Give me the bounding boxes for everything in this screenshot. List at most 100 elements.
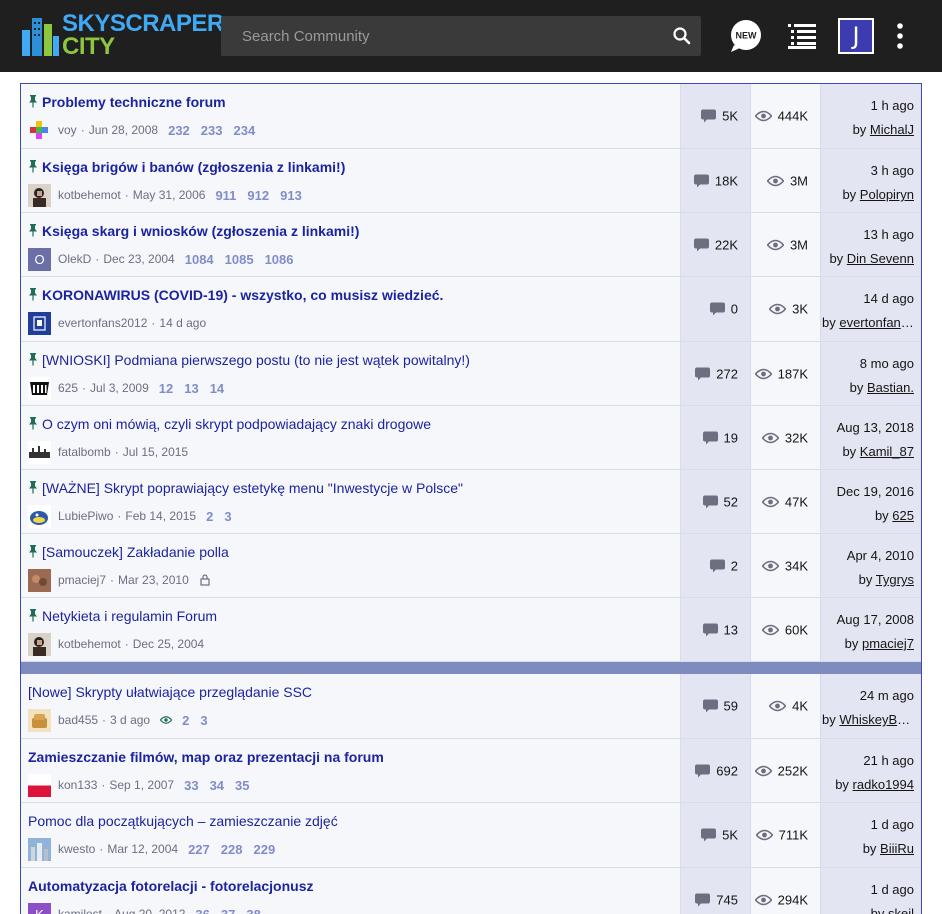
thread-title-link[interactable]: Pomoc dla początkujących – zamieszczanie… bbox=[28, 813, 338, 829]
thread-title-link[interactable]: Netykieta i regulamin Forum bbox=[28, 608, 217, 624]
thread-author[interactable]: 625 bbox=[58, 381, 78, 395]
thread-row[interactable]: O czym oni mówią, czyli skrypt podpowiad… bbox=[21, 406, 921, 470]
last-post-user[interactable]: Bastian. bbox=[867, 380, 914, 395]
last-post-user[interactable]: Polopiryn bbox=[860, 187, 914, 202]
page-link[interactable]: 1084 bbox=[185, 252, 214, 267]
forum-list-button[interactable] bbox=[788, 23, 816, 49]
page-link[interactable]: 2 bbox=[206, 509, 213, 524]
thread-row[interactable]: Pomoc dla początkujących – zamieszczanie… bbox=[21, 803, 921, 868]
page-link[interactable]: 13 bbox=[184, 381, 198, 396]
author-avatar[interactable] bbox=[28, 773, 51, 797]
thread-title-link[interactable]: [Samouczek] Zakładanie polla bbox=[28, 544, 229, 560]
last-post-time[interactable]: Apr 4, 2010 bbox=[847, 548, 914, 563]
page-link[interactable]: 12 bbox=[159, 381, 173, 396]
page-link[interactable]: 234 bbox=[234, 123, 256, 138]
last-post-user[interactable]: evertonfans2012 bbox=[839, 315, 914, 330]
page-link[interactable]: 233 bbox=[201, 123, 223, 138]
thread-title-link[interactable]: [WAŻNE] Skrypt poprawiający estetykę men… bbox=[28, 480, 463, 496]
last-post-time[interactable]: 13 h ago bbox=[863, 227, 914, 242]
thread-row[interactable]: Problemy techniczne forum voy · Jun 28, 200… bbox=[21, 84, 921, 149]
last-post-time[interactable]: 3 h ago bbox=[871, 163, 914, 178]
author-avatar[interactable]: K bbox=[28, 902, 51, 914]
thread-title-link[interactable]: Automatyzacja fotorelacji - fotorelacjon… bbox=[28, 878, 314, 894]
author-avatar[interactable] bbox=[28, 119, 51, 142]
last-post-user[interactable]: Tygrys bbox=[876, 572, 914, 587]
thread-row[interactable]: Netykieta i regulamin Forum kotbehemot · De… bbox=[21, 598, 921, 662]
thread-title-link[interactable]: Księga skarg i wniosków (zgłoszenia z li… bbox=[28, 223, 359, 239]
last-post-user[interactable]: MichalJ bbox=[870, 122, 914, 137]
author-avatar[interactable]: O bbox=[28, 247, 51, 271]
thread-title-link[interactable]: Problemy techniczne forum bbox=[28, 94, 226, 110]
page-link[interactable]: 3 bbox=[224, 509, 231, 524]
thread-title-link[interactable]: Zamieszczanie filmów, map oraz prezentac… bbox=[28, 749, 384, 765]
thread-author[interactable]: kon133 bbox=[58, 778, 97, 792]
page-link[interactable]: 37 bbox=[221, 907, 235, 914]
page-link[interactable]: 33 bbox=[184, 778, 198, 793]
thread-row[interactable]: [Nowe] Skrypty ułatwiające przeglądanie … bbox=[21, 674, 921, 739]
thread-author[interactable]: kamilest bbox=[58, 907, 102, 914]
thread-title-link[interactable]: KORONAWIRUS (COVID-19) - wszystko, co mu… bbox=[28, 287, 443, 303]
author-avatar[interactable] bbox=[28, 376, 51, 400]
thread-row[interactable]: KORONAWIRUS (COVID-19) - wszystko, co mu… bbox=[21, 277, 921, 342]
last-post-time[interactable]: 1 h ago bbox=[871, 98, 914, 113]
last-post-time[interactable]: Aug 13, 2018 bbox=[837, 420, 914, 435]
search-icon[interactable] bbox=[671, 25, 693, 47]
thread-row[interactable]: [WNIOSKI] Podmiana pierwszego postu (to … bbox=[21, 342, 921, 406]
page-link[interactable]: 912 bbox=[247, 188, 269, 203]
thread-author[interactable]: bad455 bbox=[58, 713, 98, 727]
last-post-time[interactable]: 8 mo ago bbox=[860, 356, 914, 371]
last-post-time[interactable]: 14 d ago bbox=[863, 291, 914, 306]
author-avatar[interactable] bbox=[28, 183, 51, 207]
page-link[interactable]: 913 bbox=[280, 188, 302, 203]
thread-author[interactable]: kwesto bbox=[58, 842, 95, 856]
page-link[interactable]: 227 bbox=[188, 842, 210, 857]
more-menu-button[interactable] bbox=[893, 22, 907, 50]
last-post-time[interactable]: 1 d ago bbox=[871, 817, 914, 832]
last-post-user[interactable]: skeil bbox=[888, 906, 914, 914]
thread-title-link[interactable]: [WNIOSKI] Podmiana pierwszego postu (to … bbox=[28, 352, 470, 368]
user-avatar-button[interactable]: J bbox=[838, 18, 874, 54]
page-link[interactable]: 229 bbox=[253, 842, 275, 857]
page-link[interactable]: 36 bbox=[195, 907, 209, 914]
page-link[interactable]: 35 bbox=[235, 778, 249, 793]
last-post-user[interactable]: radko1994 bbox=[853, 777, 914, 792]
thread-author[interactable]: kotbehemot bbox=[58, 188, 121, 202]
thread-row[interactable]: Księga brigów i banów (zgłoszenia z link… bbox=[21, 149, 921, 213]
page-link[interactable]: 2 bbox=[182, 713, 189, 728]
thread-row[interactable]: [WAŻNE] Skrypt poprawiający estetykę men… bbox=[21, 470, 921, 534]
thread-row[interactable]: Automatyzacja fotorelacji - fotorelacjon… bbox=[21, 868, 921, 914]
last-post-user[interactable]: Kamil_87 bbox=[860, 444, 914, 459]
author-avatar[interactable] bbox=[28, 440, 51, 464]
new-posts-button[interactable]: NEW bbox=[728, 19, 762, 53]
page-link[interactable]: 38 bbox=[246, 907, 260, 914]
page-link[interactable]: 1086 bbox=[265, 252, 294, 267]
thread-title-link[interactable]: [Nowe] Skrypty ułatwiające przeglądanie … bbox=[28, 684, 312, 700]
last-post-user[interactable]: BiiiRu bbox=[880, 841, 914, 856]
page-link[interactable]: 228 bbox=[221, 842, 243, 857]
site-logo[interactable]: SKYSCRAPER CITY bbox=[20, 12, 224, 60]
thread-author[interactable]: LubiePiwo bbox=[58, 509, 113, 523]
thread-title-link[interactable]: O czym oni mówią, czyli skrypt podpowiad… bbox=[28, 416, 431, 432]
last-post-user[interactable]: WhiskeyBaron bbox=[839, 712, 914, 727]
page-link[interactable]: 232 bbox=[168, 123, 190, 138]
page-link[interactable]: 3 bbox=[200, 713, 207, 728]
author-avatar[interactable] bbox=[28, 311, 51, 335]
page-link[interactable]: 34 bbox=[210, 778, 224, 793]
thread-author[interactable]: pmaciej7 bbox=[58, 573, 106, 587]
author-avatar[interactable] bbox=[28, 708, 51, 732]
last-post-user[interactable]: Din Sevenn bbox=[847, 251, 914, 266]
last-post-time[interactable]: 21 h ago bbox=[863, 753, 914, 768]
thread-row[interactable]: Księga skarg i wniosków (zgłoszenia z li… bbox=[21, 213, 921, 277]
last-post-time[interactable]: Aug 17, 2008 bbox=[837, 612, 914, 627]
page-link[interactable]: 14 bbox=[210, 381, 224, 396]
author-avatar[interactable] bbox=[28, 632, 51, 656]
search-input[interactable] bbox=[221, 16, 661, 56]
last-post-time[interactable]: 24 m ago bbox=[860, 688, 914, 703]
page-link[interactable]: 1085 bbox=[225, 252, 254, 267]
thread-author[interactable]: OlekD bbox=[58, 252, 91, 266]
thread-row[interactable]: [Samouczek] Zakładanie polla pmaciej7 · Mar… bbox=[21, 534, 921, 598]
last-post-time[interactable]: 1 d ago bbox=[871, 882, 914, 897]
thread-author[interactable]: kotbehemot bbox=[58, 637, 121, 651]
author-avatar[interactable] bbox=[28, 504, 51, 528]
thread-author[interactable]: voy bbox=[58, 123, 77, 137]
